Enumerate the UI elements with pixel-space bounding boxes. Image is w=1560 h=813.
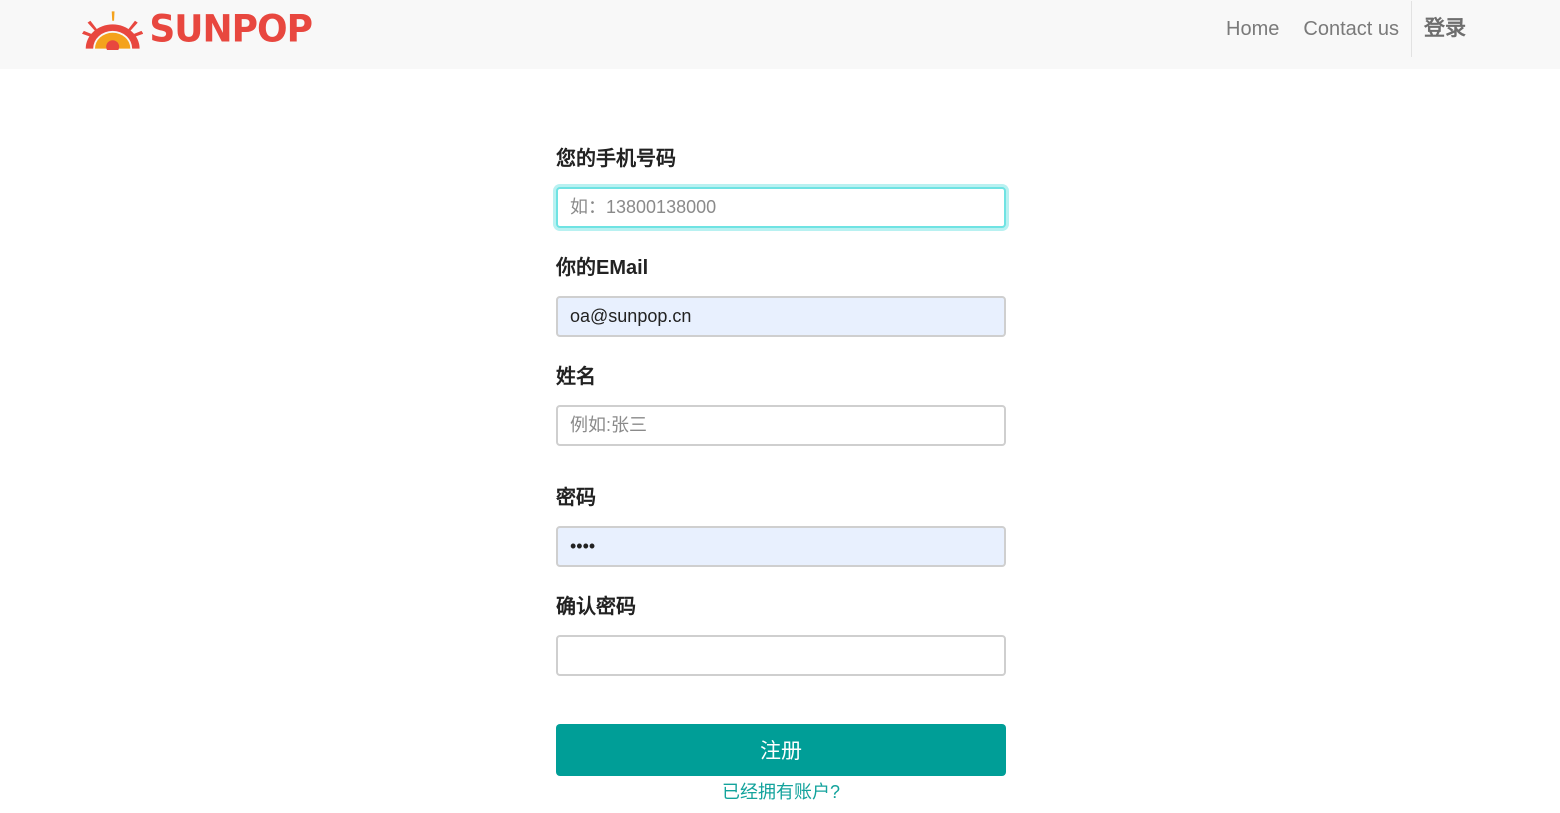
navbar: SUNPOP Home Contact us 登录: [0, 0, 1560, 69]
password-label: 密码: [556, 487, 596, 509]
password-input[interactable]: [556, 526, 1006, 567]
logo-text: SUNPOP: [149, 7, 313, 52]
confirm-password-label: 确认密码: [556, 596, 636, 618]
register-button[interactable]: 注册: [556, 724, 1006, 776]
nav-home-link[interactable]: Home: [1214, 0, 1291, 58]
name-group: 姓名: [556, 358, 1006, 446]
nav-links: Home Contact us 登录: [1214, 0, 1560, 58]
nav-login-link[interactable]: 登录: [1412, 0, 1560, 58]
email-group: 你的EMail: [556, 249, 1006, 337]
phone-label: 您的手机号码: [556, 148, 676, 170]
phone-input[interactable]: [556, 187, 1006, 228]
confirm-password-input[interactable]: [556, 635, 1006, 676]
phone-group: 您的手机号码: [556, 140, 1006, 228]
register-form: 您的手机号码 你的EMail 姓名 密码 确认密码 注册 已经拥有账户?: [556, 140, 1006, 804]
confirm-password-group: 确认密码: [556, 588, 1006, 676]
email-label: 你的EMail: [556, 257, 649, 279]
nav-contact-link[interactable]: Contact us: [1291, 0, 1411, 58]
logo[interactable]: SUNPOP: [82, 7, 313, 52]
name-label: 姓名: [556, 366, 596, 388]
sun-logo-icon: [82, 11, 144, 50]
password-group: 密码: [556, 479, 1006, 567]
name-input[interactable]: [556, 405, 1006, 446]
email-input[interactable]: [556, 296, 1006, 337]
existing-account-link[interactable]: 已经拥有账户?: [556, 780, 1006, 804]
